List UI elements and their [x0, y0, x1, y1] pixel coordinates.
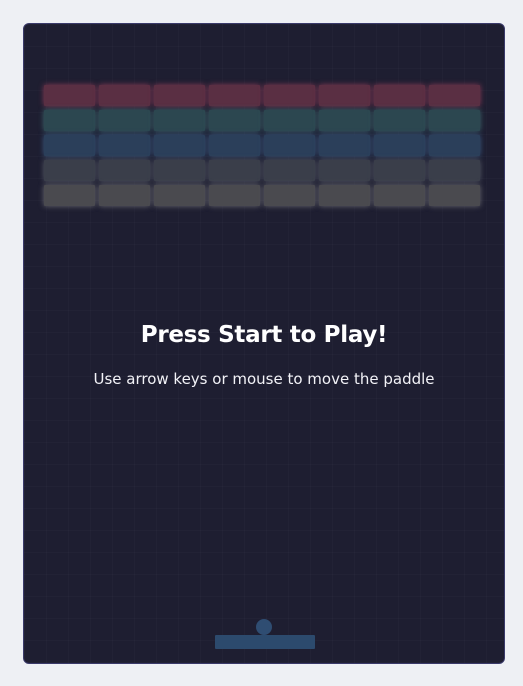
- ball: [256, 619, 272, 635]
- brick: [429, 185, 480, 206]
- brick: [429, 135, 480, 156]
- start-title: Press Start to Play!: [140, 322, 388, 348]
- brick: [429, 85, 480, 106]
- brick: [429, 160, 480, 181]
- brick: [44, 160, 95, 181]
- instructions-text: Use arrow keys or mouse to move the padd…: [93, 370, 435, 388]
- brick: [264, 110, 315, 131]
- brick-grid: [44, 85, 481, 206]
- brick: [374, 135, 425, 156]
- brick: [319, 185, 370, 206]
- brick: [99, 160, 150, 181]
- brick: [319, 110, 370, 131]
- brick: [99, 185, 150, 206]
- brick: [154, 135, 205, 156]
- brick: [154, 185, 205, 206]
- brick: [154, 110, 205, 131]
- brick: [209, 160, 260, 181]
- brick: [44, 110, 95, 131]
- brick: [209, 135, 260, 156]
- brick: [319, 135, 370, 156]
- brick: [374, 110, 425, 131]
- brick: [429, 110, 480, 131]
- brick: [374, 85, 425, 106]
- brick: [44, 185, 95, 206]
- brick: [99, 110, 150, 131]
- brick: [209, 85, 260, 106]
- game-canvas[interactable]: Press Start to Play! Use arrow keys or m…: [23, 23, 505, 664]
- brick: [319, 160, 370, 181]
- brick: [44, 85, 95, 106]
- brick: [44, 135, 95, 156]
- brick: [99, 135, 150, 156]
- brick: [374, 185, 425, 206]
- brick: [264, 85, 315, 106]
- brick: [264, 160, 315, 181]
- paddle[interactable]: [215, 635, 315, 649]
- brick: [264, 135, 315, 156]
- brick: [319, 85, 370, 106]
- brick: [154, 160, 205, 181]
- brick: [374, 160, 425, 181]
- brick: [99, 85, 150, 106]
- brick: [264, 185, 315, 206]
- brick: [209, 110, 260, 131]
- brick: [154, 85, 205, 106]
- brick: [209, 185, 260, 206]
